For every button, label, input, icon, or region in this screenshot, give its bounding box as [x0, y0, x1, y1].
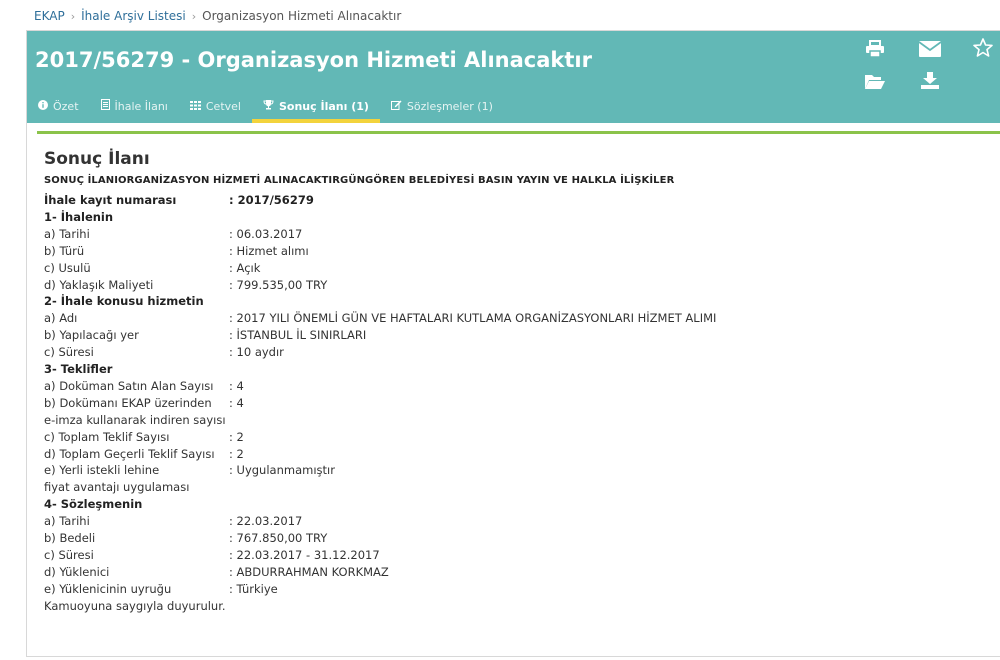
- detail-label: e-imza kullanarak indiren sayısı: [44, 412, 226, 427]
- tab-ihale-ilani[interactable]: İhale İlanı: [90, 89, 179, 123]
- folder-open-icon[interactable]: [863, 69, 887, 93]
- detail-label: b) Türü: [44, 243, 85, 258]
- detail-value: : İSTANBUL İL SINIRLARI: [229, 328, 367, 343]
- detail-label: a) Doküman Satın Alan Sayısı: [44, 378, 214, 393]
- detail-value: : 767.850,00 TRY: [229, 531, 328, 545]
- detail-label: c) Süresi: [44, 345, 94, 360]
- detail-label: d) Yüklenici: [44, 564, 110, 579]
- detail-label: a) Tarihi: [44, 226, 90, 241]
- detail-value: : 22.03.2017: [229, 514, 303, 529]
- breadcrumb-separator-icon: ›: [70, 9, 76, 23]
- section-divider: [37, 131, 1000, 134]
- detail-value: : 22.03.2017 - 31.12.2017: [229, 547, 380, 562]
- detail-value: : 10 aydır: [229, 345, 284, 360]
- detail-value: : 2: [229, 446, 244, 461]
- detail-label: a) Adı: [44, 311, 78, 326]
- tab-sonuc-ilani[interactable]: Sonuç İlanı (1): [251, 89, 380, 123]
- detail-value: : 2017 YILI ÖNEMLİ GÜN VE HAFTALARI KUTL…: [229, 311, 717, 326]
- detail-label: d) Yaklaşık Maliyeti: [44, 277, 154, 292]
- print-icon[interactable]: [863, 37, 887, 61]
- detail-value: : Açık: [229, 260, 261, 275]
- detail-label: 4- Sözleşmenin: [44, 497, 143, 512]
- detail-value: : Uygulanmamıştır: [229, 463, 335, 478]
- detail-label: c) Toplam Teklif Sayısı: [44, 429, 170, 444]
- detail-label: Kamuoyuna saygıyla duyurulur.: [44, 598, 226, 613]
- trophy-icon: [263, 99, 274, 113]
- detail-value: : 799.535,00 TRY: [229, 277, 328, 292]
- detail-value: : ABDURRAHMAN KORKMAZ: [229, 564, 389, 579]
- tab-label: Özet: [53, 99, 79, 113]
- breadcrumb-separator-icon: ›: [191, 9, 197, 23]
- detail-label: İhale kayıt numarası: [44, 193, 177, 207]
- info-icon: [38, 99, 48, 113]
- tab-sozlesmeler[interactable]: Sözleşmeler (1): [380, 89, 504, 123]
- detail-value: : 4: [229, 395, 244, 410]
- grid-icon: [189, 100, 201, 113]
- detail-label: b) Bedeli: [44, 531, 96, 545]
- tender-header: 2017/56279 - Organizasyon Hizmeti Alınac…: [27, 31, 1000, 123]
- detail-value: : 2017/56279: [229, 193, 314, 207]
- tab-label: Sözleşmeler (1): [406, 99, 493, 113]
- detail-label: d) Toplam Geçerli Teklif Sayısı: [44, 446, 215, 461]
- detail-value: : Türkiye: [229, 581, 278, 596]
- detail-label: b) Dokümanı EKAP üzerinden: [44, 395, 212, 410]
- detail-label: e) Yüklenicinin uyruğu: [44, 581, 172, 596]
- detail-label: b) Yapılacağı yer: [44, 328, 139, 343]
- tab-label: İhale İlanı: [114, 99, 168, 113]
- breadcrumb-current: Organizasyon Hizmeti Alınacaktır: [202, 9, 402, 23]
- detail-value: : Hizmet alımı: [229, 243, 309, 258]
- breadcrumb-archive-link[interactable]: İhale Arşiv Listesi: [81, 9, 186, 23]
- detail-label: 2- İhale konusu hizmetin: [44, 294, 204, 309]
- detail-label: c) Usulü: [44, 260, 91, 275]
- tab-label: Cetvel: [205, 99, 241, 113]
- notice-subtitle: SONUÇ İLANIORGANİZASYON HİZMETİ ALINACAK…: [44, 175, 675, 186]
- detail-label: a) Tarihi: [44, 514, 90, 529]
- notice-heading: Sonuç İlanı: [44, 149, 150, 169]
- detail-label: fiyat avantajı uygulaması: [44, 480, 190, 495]
- page-title: 2017/56279 - Organizasyon Hizmeti Alınac…: [35, 48, 592, 72]
- tender-panel: 2017/56279 - Organizasyon Hizmeti Alınac…: [26, 30, 1000, 657]
- detail-value: : 2: [229, 429, 244, 444]
- mail-icon[interactable]: [918, 37, 942, 61]
- detail-label: e) Yerli istekli lehine: [44, 463, 160, 478]
- tab-ozet[interactable]: Özet: [27, 89, 90, 123]
- edit-icon: [390, 100, 402, 113]
- result-notice: Sonuç İlanı SONUÇ İLANIORGANİZASYON HİZM…: [44, 148, 984, 613]
- detail-value: : 4: [229, 378, 244, 393]
- detail-label: 1- İhalenin: [44, 209, 114, 224]
- tab-bar: Özet İhale İlanı Cetvel Sonuç İlanı (1) …: [27, 89, 504, 123]
- tab-cetvel[interactable]: Cetvel: [179, 89, 252, 123]
- breadcrumb-home-link[interactable]: EKAP: [34, 9, 65, 23]
- star-icon[interactable]: [971, 36, 995, 60]
- tab-label: Sonuç İlanı (1): [278, 99, 369, 113]
- document-icon: [100, 99, 110, 113]
- breadcrumb: EKAP › İhale Arşiv Listesi › Organizasyo…: [34, 6, 401, 26]
- detail-value: : 06.03.2017: [229, 226, 303, 241]
- download-icon[interactable]: [918, 69, 942, 93]
- detail-label: c) Süresi: [44, 547, 94, 562]
- detail-label: 3- Teklifler: [44, 362, 113, 376]
